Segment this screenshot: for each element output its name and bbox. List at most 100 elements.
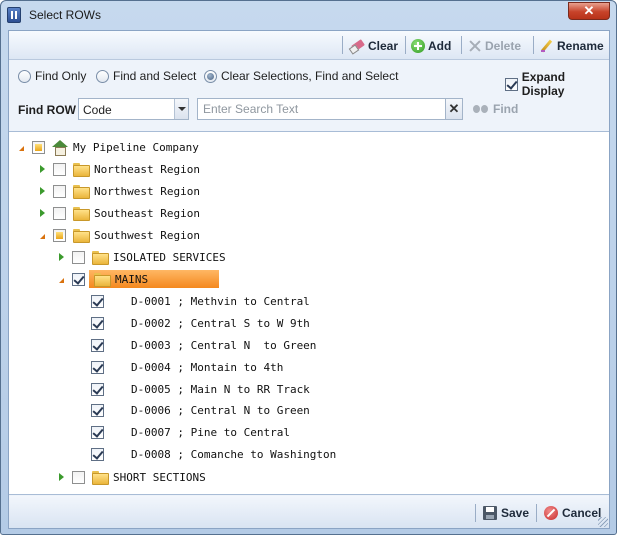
- find-field-combo[interactable]: Code: [78, 98, 189, 120]
- tree-node-group-mains[interactable]: MAINS: [59, 270, 219, 288]
- radio-circle: [18, 69, 31, 83]
- tree-leaf-row[interactable]: D-0002 ; Central S to W 9th: [91, 314, 310, 332]
- tree-leaf-row[interactable]: D-0006 ; Central N to Green: [91, 401, 310, 419]
- save-button-label: Save: [501, 506, 530, 520]
- rename-button[interactable]: Rename: [540, 37, 604, 54]
- tree-node-label: My Pipeline Company: [73, 140, 199, 154]
- cancel-button-label: Cancel: [562, 506, 602, 520]
- row-label: D-0003 ; Central N to Green: [131, 338, 317, 352]
- cancel-button[interactable]: Cancel: [544, 506, 601, 520]
- save-button[interactable]: Save: [483, 506, 529, 520]
- tree-node-group[interactable]: SHORT SECTIONS: [59, 468, 206, 486]
- clear-find-select-radio[interactable]: Clear Selections, Find and Select: [204, 69, 398, 83]
- checkbox-partial[interactable]: [53, 228, 66, 242]
- tree-node-label: Northwest Region: [94, 184, 200, 198]
- tree-node-label: ISOLATED SERVICES: [113, 250, 226, 264]
- expand-arrow-icon[interactable]: [59, 473, 64, 481]
- close-button[interactable]: ✕: [568, 2, 610, 20]
- row-label: D-0002 ; Central S to W 9th: [131, 316, 310, 330]
- checkbox-checked[interactable]: [91, 382, 104, 396]
- tree-leaf-row[interactable]: D-0008 ; Comanche to Washington: [91, 445, 336, 463]
- clear-search-button[interactable]: ✕: [446, 98, 463, 120]
- dialog-body: Clear Add Delete Rename Find Only Find a…: [8, 30, 610, 529]
- toolbar-separator: [405, 36, 406, 54]
- tree-node-region[interactable]: Southwest Region: [40, 226, 200, 244]
- checkbox-checked[interactable]: [91, 447, 104, 461]
- tree-leaf-row[interactable]: D-0003 ; Central N to Green: [91, 336, 316, 354]
- checkbox-partial[interactable]: [32, 140, 45, 154]
- checkbox-checked[interactable]: [91, 316, 104, 330]
- select-rows-window: Select ROWs ✕ Clear Add Delete Rename Fi…: [0, 0, 617, 535]
- pencil-icon: [540, 39, 554, 53]
- expand-display-checkbox[interactable]: Expand Display: [505, 70, 609, 98]
- footer-separator: [536, 504, 537, 522]
- collapse-arrow-icon[interactable]: [59, 278, 64, 283]
- tree-node-label: SHORT SECTIONS: [113, 470, 206, 484]
- checkbox[interactable]: [72, 250, 85, 264]
- tree-leaf-row[interactable]: D-0007 ; Pine to Central: [91, 423, 290, 441]
- tree-leaf-row[interactable]: D-0004 ; Montain to 4th: [91, 358, 283, 376]
- find-button[interactable]: Find: [473, 102, 518, 116]
- window-title: Select ROWs: [29, 8, 102, 22]
- find-and-select-label: Find and Select: [113, 69, 197, 83]
- add-button[interactable]: Add: [411, 37, 451, 54]
- tree-node-group[interactable]: ISOLATED SERVICES: [59, 248, 226, 266]
- clear-button[interactable]: Clear: [349, 37, 398, 54]
- expand-arrow-icon[interactable]: [59, 253, 64, 261]
- row-label: D-0008 ; Comanche to Washington: [131, 447, 337, 461]
- toolbar: Clear Add Delete Rename: [9, 31, 609, 60]
- row-label: D-0001 ; Methvin to Central: [131, 294, 310, 308]
- rename-button-label: Rename: [557, 38, 604, 53]
- house-icon: [52, 140, 68, 156]
- checkbox-checked[interactable]: [91, 338, 104, 352]
- search-options: Find Only Find and Select Clear Selectio…: [9, 61, 609, 131]
- find-button-label: Find: [493, 102, 519, 116]
- checkbox-checked[interactable]: [91, 425, 104, 439]
- selected-node-highlight: MAINS: [89, 270, 219, 288]
- resize-grip[interactable]: [598, 517, 608, 527]
- checkbox-checked[interactable]: [91, 403, 104, 417]
- tree-node-region[interactable]: Northeast Region: [40, 160, 200, 178]
- checkbox-checked[interactable]: [72, 272, 85, 286]
- checkbox-checked[interactable]: [91, 360, 104, 374]
- tree-node-label: Southwest Region: [94, 228, 200, 242]
- toolbar-separator: [533, 36, 534, 54]
- toolbar-separator: [342, 36, 343, 54]
- clear-find-select-label: Clear Selections, Find and Select: [221, 69, 399, 83]
- collapse-arrow-icon[interactable]: [40, 234, 45, 239]
- find-only-label: Find Only: [35, 69, 87, 83]
- folder-icon: [92, 251, 109, 265]
- row-label: D-0007 ; Pine to Central: [131, 425, 290, 439]
- folder-icon: [73, 163, 90, 177]
- row-label: D-0006 ; Central N to Green: [131, 403, 310, 417]
- collapse-arrow-icon[interactable]: [19, 146, 24, 151]
- tree-leaf-row[interactable]: D-0005 ; Main N to RR Track: [91, 380, 310, 398]
- toolbar-separator: [461, 36, 462, 54]
- tree-node-label: MAINS: [115, 272, 149, 286]
- delete-button[interactable]: Delete: [468, 37, 521, 54]
- tree-leaf-row[interactable]: D-0001 ; Methvin to Central: [91, 292, 310, 310]
- checkbox[interactable]: [53, 162, 66, 176]
- find-only-radio[interactable]: Find Only: [18, 69, 86, 83]
- tree-node-region[interactable]: Northwest Region: [40, 182, 200, 200]
- chevron-down-icon[interactable]: [174, 99, 188, 119]
- find-row-label: Find ROW: [18, 103, 76, 117]
- tree-node-root[interactable]: My Pipeline Company: [19, 138, 199, 156]
- tree-node-label: Southeast Region: [94, 206, 200, 220]
- checkbox-checked[interactable]: [91, 294, 104, 308]
- folder-icon: [73, 207, 90, 221]
- checkbox[interactable]: [72, 470, 85, 484]
- search-input[interactable]: [197, 98, 446, 120]
- folder-icon: [73, 185, 90, 199]
- binoculars-icon: [473, 104, 489, 114]
- expand-arrow-icon[interactable]: [40, 209, 45, 217]
- find-and-select-radio[interactable]: Find and Select: [96, 69, 196, 83]
- tree-node-region[interactable]: Southeast Region: [40, 204, 200, 222]
- expand-arrow-icon[interactable]: [40, 165, 45, 173]
- checkbox[interactable]: [53, 206, 66, 220]
- radio-circle: [96, 69, 109, 83]
- expand-arrow-icon[interactable]: [40, 187, 45, 195]
- dialog-footer: Save Cancel: [9, 496, 609, 528]
- checkbox[interactable]: [53, 184, 66, 198]
- tree-node-label: Northeast Region: [94, 162, 200, 176]
